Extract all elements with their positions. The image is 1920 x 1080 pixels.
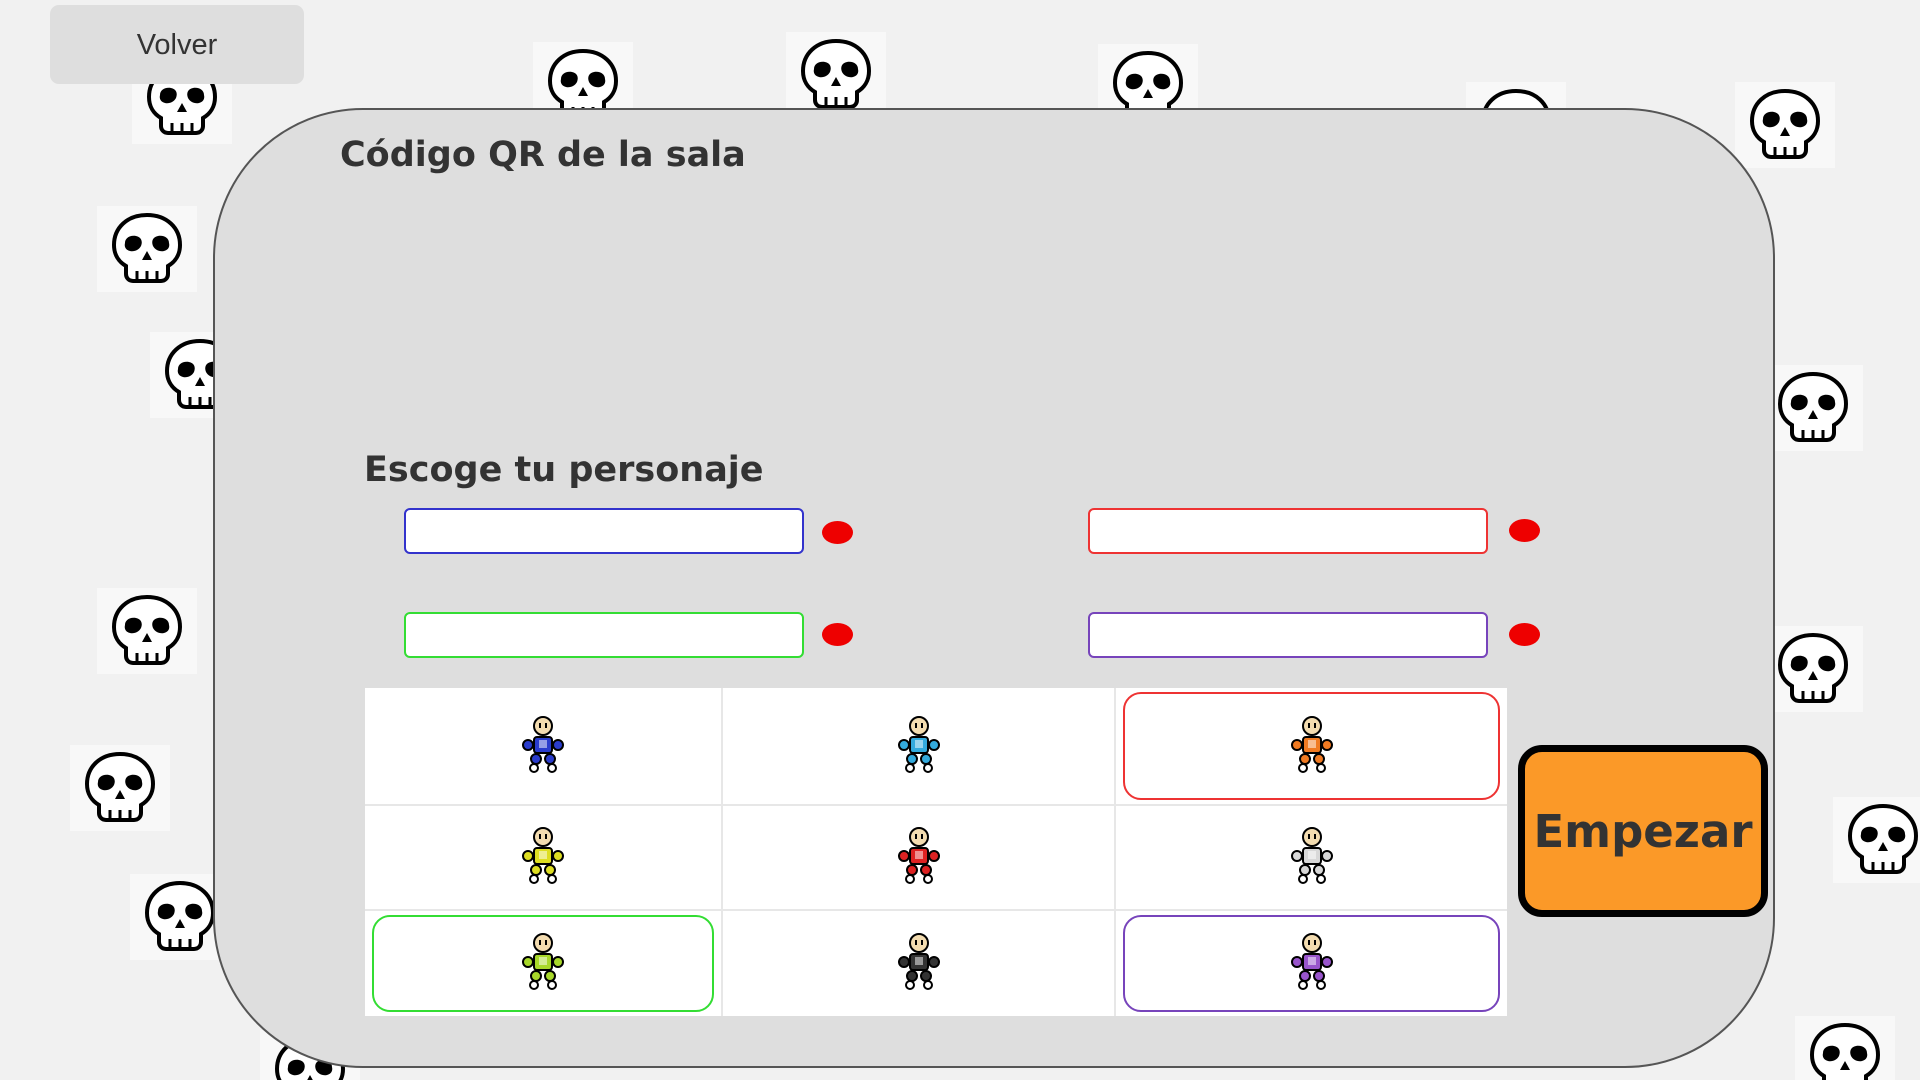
- skull-icon: [1833, 797, 1920, 883]
- skull-icon: [1735, 82, 1835, 168]
- skull-icon: [786, 32, 886, 118]
- player-1-status-dot: [822, 521, 853, 544]
- qr-title: Código QR de la sala: [340, 135, 746, 175]
- player-1-name-input[interactable]: [404, 508, 804, 554]
- choose-character-title: Escoge tu personaje: [364, 450, 764, 490]
- skull-icon: [1763, 365, 1863, 451]
- character-option-white[interactable]: [1116, 806, 1507, 909]
- skull-icon: [1795, 1016, 1895, 1080]
- skull-icon: [70, 745, 170, 831]
- player-3-status-dot: [822, 623, 853, 646]
- character-sprite-icon: [1288, 932, 1336, 995]
- character-option-yellow[interactable]: [365, 806, 721, 909]
- skull-icon: [97, 206, 197, 292]
- character-sprite-icon: [895, 826, 943, 889]
- character-option-cyan[interactable]: [723, 688, 1114, 804]
- player-4-status-dot: [1509, 623, 1540, 646]
- player-2-status-dot: [1509, 519, 1540, 542]
- character-option-red[interactable]: [723, 806, 1114, 909]
- character-sprite-icon: [895, 932, 943, 995]
- character-sprite-icon: [519, 826, 567, 889]
- start-button[interactable]: Empezar: [1518, 745, 1768, 917]
- player-3-name-input[interactable]: [404, 612, 804, 658]
- character-sprite-icon: [1288, 715, 1336, 778]
- character-sprite-icon: [895, 715, 943, 778]
- page: Volver Código QR de la sala Escoge tu pe…: [0, 0, 1920, 1080]
- character-sprite-icon: [1288, 826, 1336, 889]
- character-grid: [365, 688, 1507, 1016]
- character-option-navy[interactable]: [365, 688, 721, 804]
- character-option-purple[interactable]: [1116, 911, 1507, 1016]
- character-option-black[interactable]: [723, 911, 1114, 1016]
- character-sprite-icon: [519, 715, 567, 778]
- player-2-name-input[interactable]: [1088, 508, 1488, 554]
- character-option-orange[interactable]: [1116, 688, 1507, 804]
- player-4-name-input[interactable]: [1088, 612, 1488, 658]
- back-button[interactable]: Volver: [50, 5, 304, 84]
- skull-icon: [97, 588, 197, 674]
- skull-icon: [1763, 626, 1863, 712]
- character-option-lime[interactable]: [365, 911, 721, 1016]
- character-sprite-icon: [519, 932, 567, 995]
